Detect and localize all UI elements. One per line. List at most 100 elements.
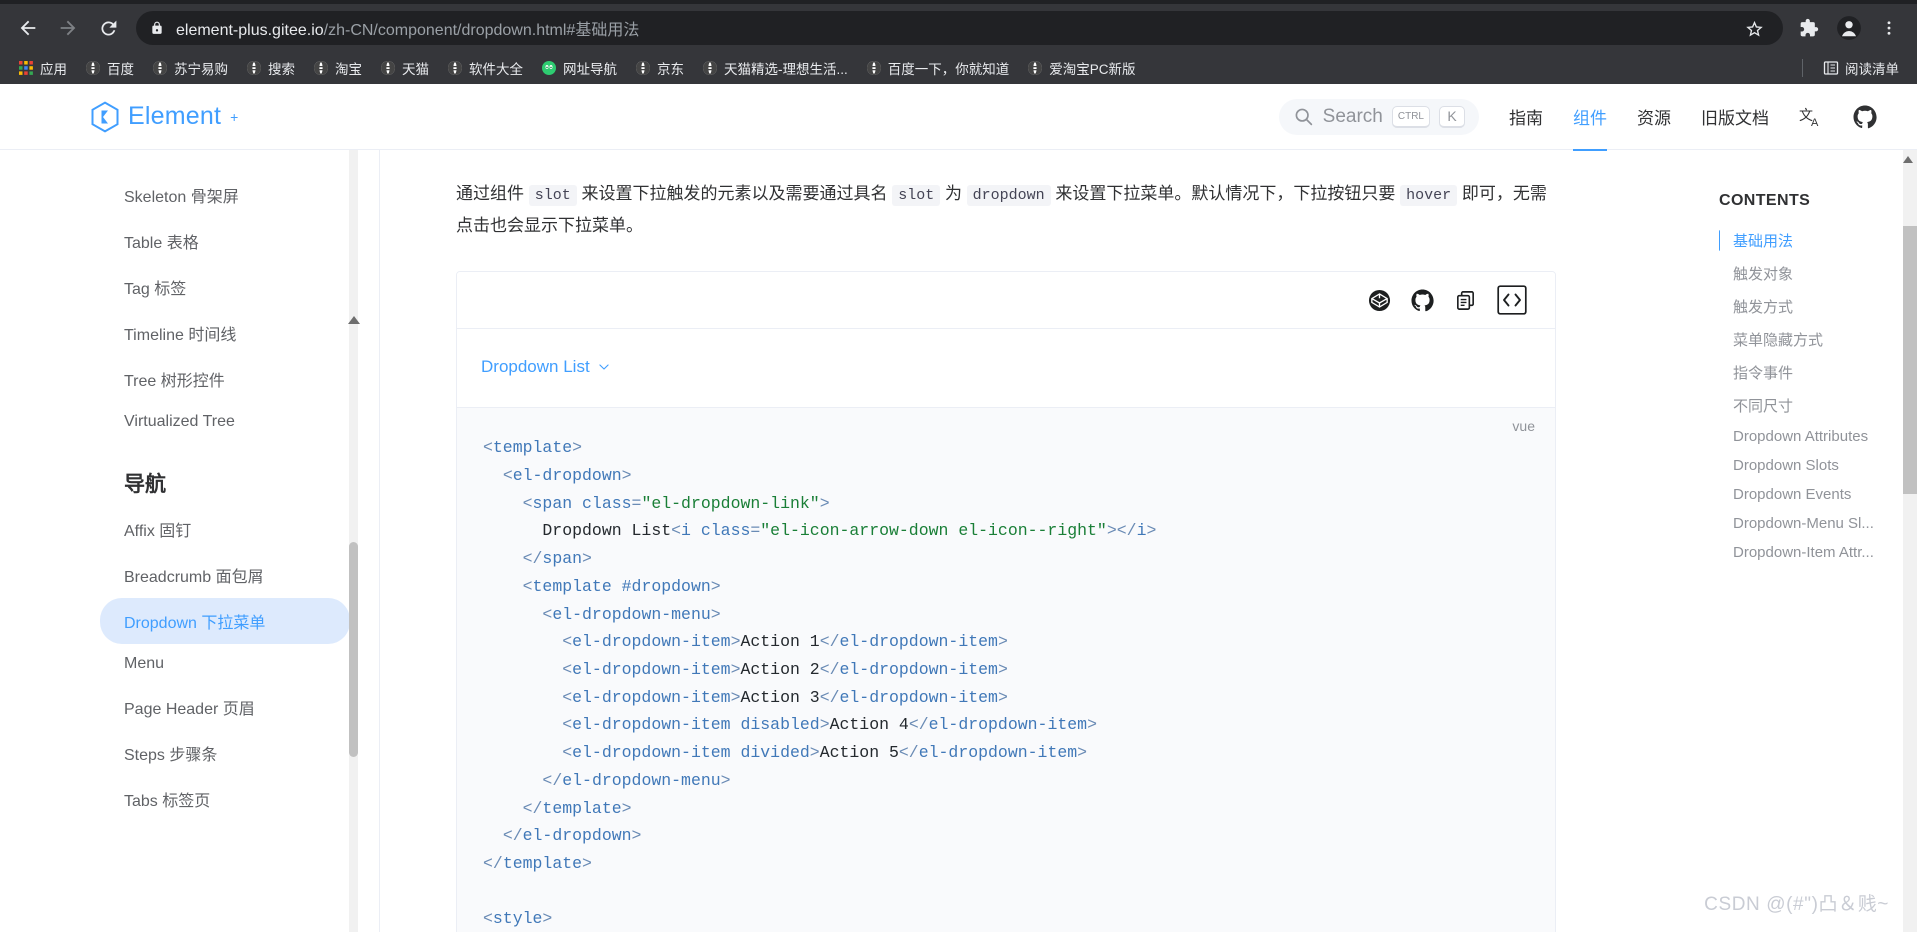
- code-token: template: [502, 853, 583, 873]
- code-token: >: [710, 604, 721, 624]
- toc-item-dropdown-attributes[interactable]: Dropdown Attributes: [1719, 422, 1917, 451]
- dropdown-trigger-label: Dropdown List: [481, 357, 590, 377]
- toc-item-hide-method[interactable]: 菜单隐藏方式: [1719, 323, 1917, 356]
- toc-item-trigger-target[interactable]: 触发对象: [1719, 257, 1917, 290]
- dropdown-trigger[interactable]: Dropdown List: [479, 353, 613, 381]
- bookmark-search[interactable]: 搜索: [238, 55, 303, 81]
- sidebar-item-tabs[interactable]: Tabs 标签页: [100, 776, 350, 822]
- bookmarks-bar: 应用 百度 苏宁易购 搜索 淘宝 天猫 软件大全 网址导航 京东 天猫精选-理想…: [0, 52, 1917, 84]
- demo-stage: Dropdown List: [457, 328, 1555, 409]
- bookmark-baidu-search[interactable]: 百度一下，你就知道: [858, 55, 1018, 81]
- code-token: >: [720, 770, 731, 790]
- sidebar-item-tag[interactable]: Tag 标签: [100, 264, 350, 310]
- bookmark-software[interactable]: 软件大全: [439, 55, 531, 81]
- bookmark-baidu[interactable]: 百度: [77, 55, 142, 81]
- sidebar-item-timeline[interactable]: Timeline 时间线: [100, 310, 350, 356]
- sidebar-item-virtualized-tree[interactable]: Virtualized Tree: [100, 402, 350, 442]
- address-bar[interactable]: element-plus.gitee.io/zh-CN/component/dr…: [136, 11, 1783, 45]
- code-token: </: [819, 687, 840, 707]
- sidebar-item-table[interactable]: Table 表格: [100, 218, 350, 264]
- code-token: >: [809, 743, 820, 763]
- sidebar-item-tree[interactable]: Tree 树形控件: [100, 356, 350, 402]
- page-scrollbar-thumb[interactable]: [1903, 226, 1917, 494]
- sidebar-item-dropdown[interactable]: Dropdown 下拉菜单: [100, 598, 350, 644]
- bookmark-itaobao[interactable]: 爱淘宝PC新版: [1019, 55, 1143, 81]
- three-dot-menu-icon[interactable]: [1871, 10, 1907, 46]
- back-arrow-icon[interactable]: [10, 10, 46, 46]
- sidebar-scrollbar-thumb[interactable]: [349, 542, 358, 757]
- code-token: >: [997, 632, 1008, 652]
- nav-link-guide[interactable]: 指南: [1509, 84, 1543, 151]
- bookmark-label: 天猫: [402, 62, 429, 77]
- code-token: el-dropdown: [512, 465, 622, 485]
- code-token: <: [483, 438, 493, 458]
- toc-item-dropdown-menu-slots[interactable]: Dropdown-Menu Sl...: [1719, 509, 1917, 538]
- bookmark-tmall-select[interactable]: 天猫精选-理想生活...: [694, 55, 856, 81]
- toc-item-dropdown-item-attributes[interactable]: Dropdown-Item Attr...: [1719, 538, 1917, 567]
- sidebar-scroll-up-arrow-icon[interactable]: [348, 316, 360, 324]
- bookmark-suning[interactable]: 苏宁易购: [144, 55, 236, 81]
- reload-icon[interactable]: [90, 10, 126, 46]
- brand-logo[interactable]: Element +: [90, 100, 238, 133]
- code-token: >: [819, 715, 830, 735]
- bookmark-tmall[interactable]: 天猫: [372, 55, 437, 81]
- bookmark-hao123[interactable]: 网址导航: [533, 55, 625, 81]
- sidebar-item-skeleton[interactable]: Skeleton 骨架屏: [100, 172, 350, 218]
- translate-icon[interactable]: 文 A: [1799, 105, 1823, 129]
- page-scroll-up-arrow-icon[interactable]: [1903, 156, 1913, 163]
- copy-icon[interactable]: [1454, 289, 1477, 312]
- github-icon[interactable]: [1853, 105, 1877, 129]
- nav-link-resources[interactable]: 资源: [1637, 84, 1671, 151]
- sidebar-scrollbar-track[interactable]: [349, 150, 358, 932]
- sidebar-item-affix[interactable]: Affix 固钉: [100, 506, 350, 552]
- reading-list-label: 阅读清单: [1845, 62, 1899, 77]
- codepen-icon[interactable]: [1368, 289, 1391, 312]
- demo-toolbar: [457, 272, 1555, 329]
- svg-text:A: A: [1811, 117, 1819, 129]
- code-token: </: [502, 826, 523, 846]
- code-token: class: [582, 493, 632, 513]
- code-token: </: [542, 770, 563, 790]
- toc-item-command-event[interactable]: 指令事件: [1719, 356, 1917, 389]
- code-token: el-dropdown-menu: [552, 604, 711, 624]
- extensions-puzzle-icon[interactable]: [1791, 10, 1827, 46]
- toc-item-dropdown-slots[interactable]: Dropdown Slots: [1719, 451, 1917, 480]
- profile-avatar-icon[interactable]: [1831, 10, 1867, 46]
- code-token: el-dropdown-item: [839, 659, 998, 679]
- globe-icon: [866, 61, 881, 75]
- sidebar-item-breadcrumb[interactable]: Breadcrumb 面包屑: [100, 552, 350, 598]
- github-icon[interactable]: [1411, 289, 1434, 312]
- reading-list-button[interactable]: 阅读清单: [1815, 55, 1907, 81]
- code-token: el-dropdown-menu: [562, 770, 721, 790]
- toc-item-sizes[interactable]: 不同尺寸: [1719, 389, 1917, 422]
- bookmark-label: 京东: [657, 62, 684, 77]
- bookmark-apps[interactable]: 应用: [10, 55, 75, 81]
- browser-toolbar: element-plus.gitee.io/zh-CN/component/dr…: [0, 4, 1917, 52]
- globe-icon: [381, 61, 395, 75]
- toc-item-basic-usage[interactable]: 基础用法: [1719, 224, 1917, 257]
- search-input[interactable]: Search CTRL K: [1278, 98, 1479, 135]
- code-token: el-dropdown-item: [839, 687, 998, 707]
- nav-link-components[interactable]: 组件: [1573, 84, 1607, 151]
- sidebar-item-menu[interactable]: Menu: [100, 644, 350, 684]
- sidebar-item-page-header[interactable]: Page Header 页眉: [100, 684, 350, 730]
- bookmark-star-icon[interactable]: [1739, 13, 1769, 43]
- nav-link-legacy-docs[interactable]: 旧版文档: [1701, 84, 1769, 151]
- toc-item-trigger-method[interactable]: 触发方式: [1719, 290, 1917, 323]
- inline-code: slot: [528, 185, 577, 206]
- toc-item-dropdown-events[interactable]: Dropdown Events: [1719, 480, 1917, 509]
- forward-arrow-icon[interactable]: [50, 10, 86, 46]
- bookmark-jd[interactable]: 京东: [627, 55, 692, 81]
- sidebar-item-steps[interactable]: Steps 步骤条: [100, 730, 350, 776]
- code-brackets-icon[interactable]: [1497, 285, 1527, 315]
- code-token: disabled: [740, 715, 820, 735]
- code-token: =: [750, 521, 761, 541]
- globe-icon: [153, 61, 167, 75]
- bookmark-label: 苏宁易购: [174, 62, 228, 77]
- code-token: template: [492, 438, 573, 458]
- code-token: template: [532, 576, 612, 596]
- bookmark-taobao[interactable]: 淘宝: [305, 55, 370, 81]
- code-token: el-dropdown-item: [572, 687, 731, 707]
- code-token: <: [502, 465, 513, 485]
- code-token: >: [710, 576, 721, 596]
